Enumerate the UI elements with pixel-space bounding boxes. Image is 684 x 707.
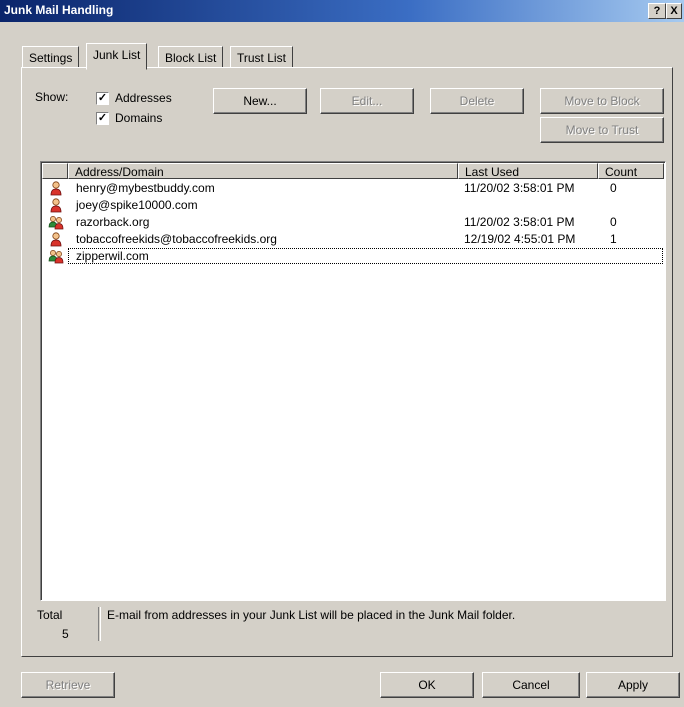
list-row[interactable]: joey@spike10000.com [42,197,664,214]
domains-label: Domains [115,111,163,125]
tab-trust-list[interactable]: Trust List [230,46,293,69]
list-row[interactable]: zipperwil.com [42,248,664,265]
status-message: E-mail from addresses in your Junk List … [107,608,516,622]
single-person-icon [48,181,64,196]
new-button[interactable]: New... [213,88,307,114]
row-last-used: 11/20/02 3:58:01 PM [464,215,575,229]
row-address: joey@spike10000.com [76,198,198,212]
domains-check-icon[interactable]: ✓ [96,111,109,125]
help-button[interactable]: ? [648,3,666,19]
list-row[interactable]: razorback.org 11/20/02 3:58:01 PM 0 [42,214,664,231]
retrieve-button[interactable]: Retrieve [21,672,115,698]
total-count: 5 [62,627,69,641]
list-header: Address/Domain Last Used Count [42,163,664,180]
show-label: Show: [35,90,69,104]
window-title: Junk Mail Handling [4,3,114,17]
row-count: 1 [610,232,617,246]
row-address: razorback.org [76,215,150,229]
move-to-block-button[interactable]: Move to Block [540,88,664,114]
list-row[interactable]: tobaccofreekids@tobaccofreekids.org 12/19… [42,231,664,248]
total-label: Total [37,608,63,622]
group-icon [48,215,64,230]
tab-settings[interactable]: Settings [22,46,80,69]
column-header-address[interactable]: Address/Domain [68,163,458,179]
row-last-used: 11/20/02 3:58:01 PM [464,181,575,195]
row-address: henry@mybestbuddy.com [76,181,215,195]
column-header-icon[interactable] [42,163,68,179]
row-address: tobaccofreekids@tobaccofreekids.org [76,232,277,246]
focus-rectangle [68,248,663,264]
addresses-checkbox[interactable]: ✓ Addresses [96,90,172,106]
single-person-icon [48,232,64,247]
list-row[interactable]: henry@mybestbuddy.com 11/20/02 3:58:01 PM… [42,180,664,197]
tab-junk-list[interactable]: Junk List [86,43,148,70]
title-bar[interactable]: Junk Mail Handling ? X [0,0,684,22]
addresses-label: Addresses [115,91,172,105]
single-person-icon [48,198,64,213]
delete-button[interactable]: Delete [430,88,524,114]
domains-checkbox[interactable]: ✓ Domains [96,110,162,126]
row-last-used: 12/19/02 4:55:01 PM [464,232,576,246]
apply-button[interactable]: Apply [586,672,680,698]
addresses-check-icon[interactable]: ✓ [96,91,109,105]
row-count: 0 [610,215,617,229]
junk-list-view[interactable]: Address/Domain Last Used Count henry@myb… [40,161,666,601]
cancel-button[interactable]: Cancel [482,672,580,698]
tab-block-list[interactable]: Block List [158,46,224,69]
junk-mail-dialog: Junk Mail Handling ? X Settings Junk Lis… [0,0,684,707]
edit-button[interactable]: Edit... [320,88,414,114]
move-to-trust-button[interactable]: Move to Trust [540,117,664,143]
status-divider [98,607,101,641]
column-header-count[interactable]: Count [598,163,664,179]
group-icon [48,249,64,264]
ok-button[interactable]: OK [380,672,474,698]
close-button[interactable]: X [666,3,682,19]
row-count: 0 [610,181,617,195]
column-header-last-used[interactable]: Last Used [458,163,598,179]
